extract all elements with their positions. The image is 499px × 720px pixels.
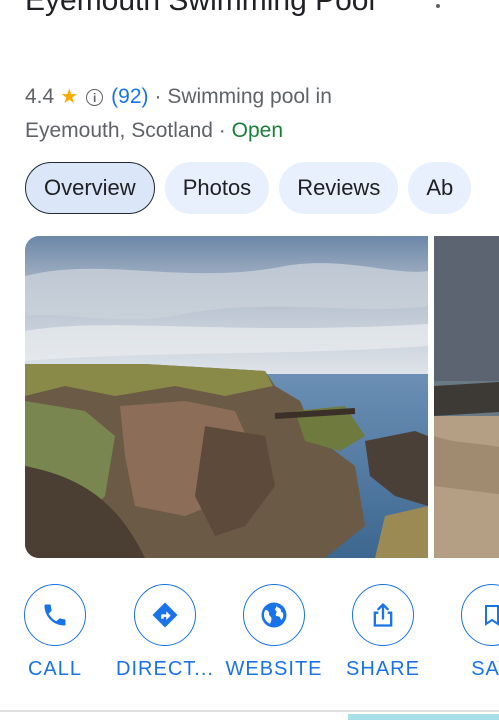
star-icon: ★ (60, 86, 79, 108)
location: Eyemouth, Scotland · (25, 119, 226, 142)
divider (0, 710, 499, 712)
share-icon (352, 584, 414, 646)
bookmark-icon (461, 584, 499, 646)
review-count[interactable]: (92) (111, 80, 148, 114)
share-button[interactable]: SHARE (328, 584, 438, 681)
tab-bar: Overview Photos Reviews Ab (25, 162, 472, 214)
category: · Swimming pool in (154, 85, 332, 108)
website-button[interactable]: WEBSITE (219, 584, 329, 681)
open-status: Open (231, 119, 283, 142)
place-photo-secondary[interactable] (434, 236, 499, 558)
directions-label: DIRECT... (116, 658, 214, 680)
place-meta: 4.4 ★ i (92) · Swimming pool in Eyemouth… (25, 80, 332, 148)
tab-photos[interactable]: Photos (164, 162, 270, 214)
place-title: Eyemouth Swimming Pool (25, 0, 376, 17)
bottom-sheet-handle (348, 714, 499, 720)
phone-icon (24, 584, 86, 646)
website-label: WEBSITE (225, 658, 323, 680)
share-label: SHARE (346, 658, 420, 680)
place-photo[interactable] (25, 236, 428, 558)
globe-icon (243, 584, 305, 646)
info-icon[interactable]: i (86, 88, 104, 106)
save-label: SAV (471, 658, 499, 680)
tab-reviews[interactable]: Reviews (279, 162, 399, 214)
save-button[interactable]: SAV (437, 584, 499, 681)
directions-icon (134, 584, 196, 646)
tab-about[interactable]: Ab (408, 162, 472, 214)
directions-button[interactable]: DIRECT... (110, 584, 220, 681)
action-bar: CALL DIRECT... WEBSITE SHARE SAV (0, 584, 499, 694)
tab-overview[interactable]: Overview (25, 162, 155, 214)
call-button[interactable]: CALL (0, 584, 110, 681)
call-label: CALL (27, 658, 83, 680)
more-options-icon[interactable] (428, 0, 448, 18)
rating-value: 4.4 (25, 85, 55, 108)
